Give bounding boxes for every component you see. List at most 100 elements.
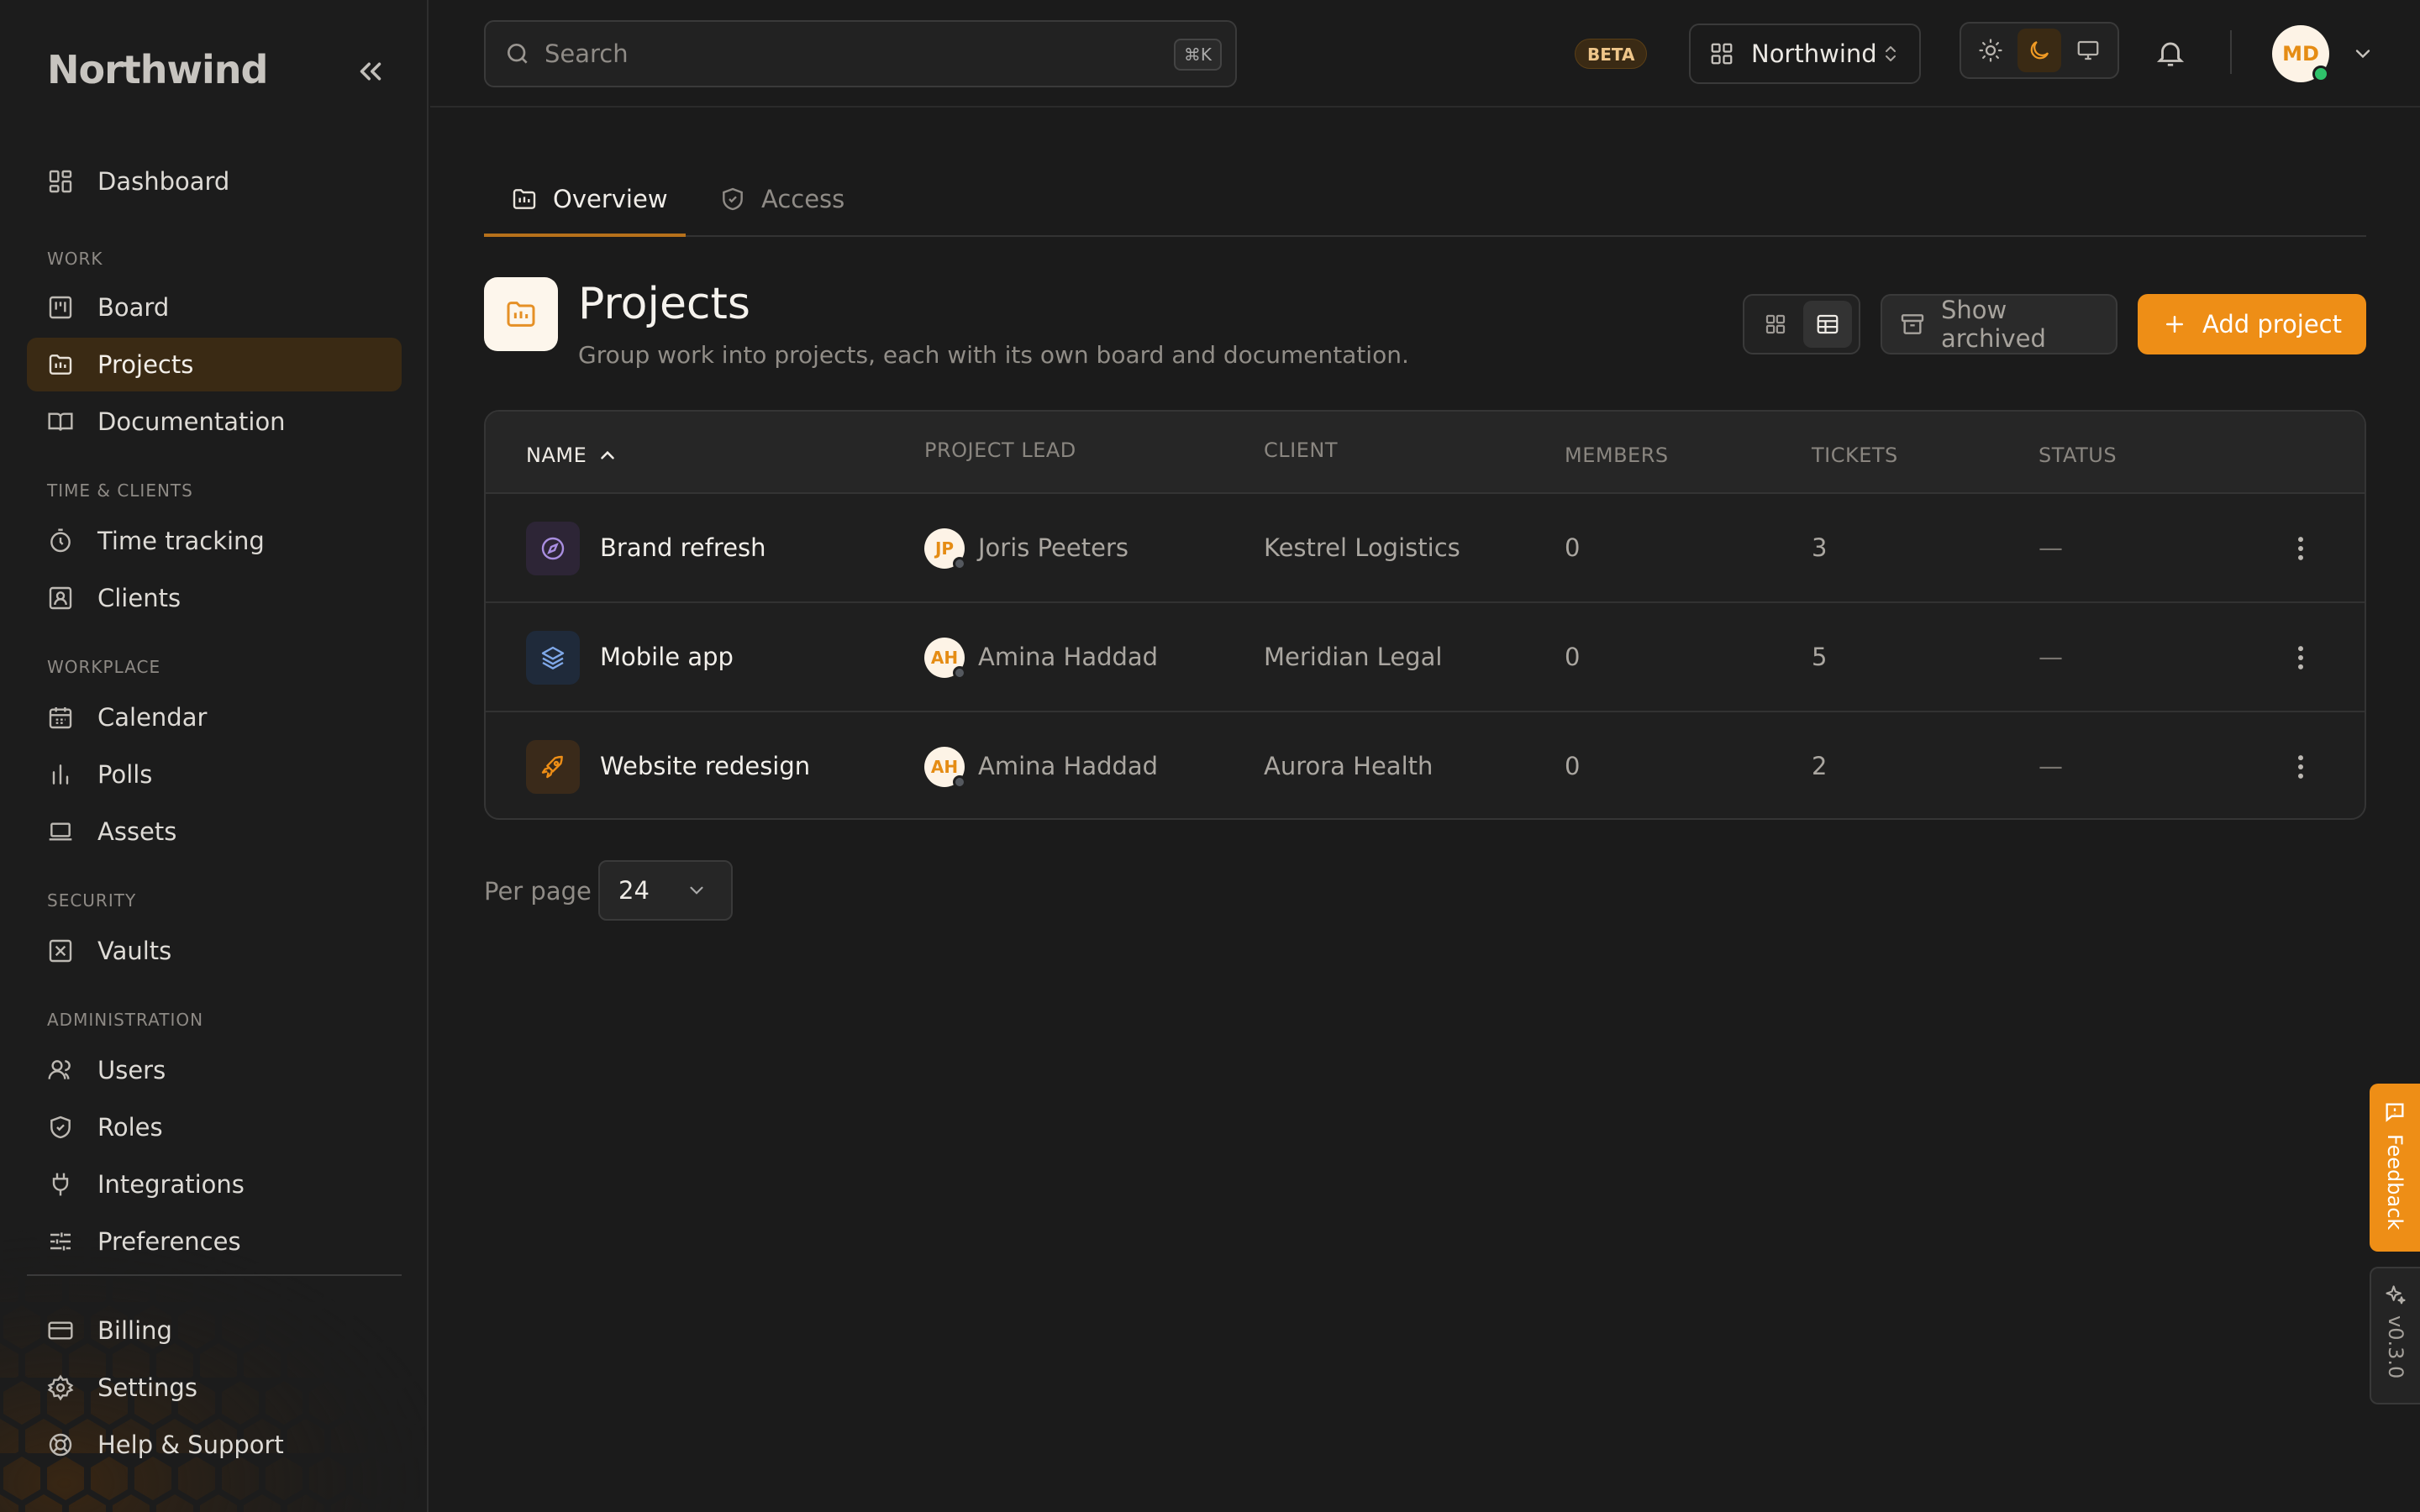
- theme-system-button[interactable]: [2066, 29, 2110, 72]
- tab-overview[interactable]: Overview: [511, 161, 668, 237]
- projects-folder-icon: [484, 277, 558, 351]
- lead-avatar: AH: [924, 747, 966, 789]
- sort-ascending-icon: [601, 450, 615, 459]
- per-page-value: 24: [618, 876, 650, 905]
- sidebar-item-label: Time tracking: [97, 527, 265, 555]
- workspace-name: Northwind: [1751, 39, 1877, 68]
- column-header-status[interactable]: STATUS: [2039, 444, 2117, 467]
- table-row[interactable]: Mobile app AH Amina Haddad Meridian Lega…: [486, 603, 2365, 712]
- lead-initials: AH: [930, 648, 959, 668]
- sidebar-item-calendar[interactable]: Calendar: [27, 690, 402, 744]
- more-actions-icon[interactable]: [2284, 641, 2317, 675]
- column-label: NAME: [526, 444, 587, 467]
- search-input[interactable]: [544, 39, 1133, 68]
- user-avatar[interactable]: MD: [2272, 25, 2329, 82]
- status-dot: [953, 666, 966, 680]
- search-box[interactable]: ⌘K: [484, 20, 1237, 87]
- project-name[interactable]: Mobile app: [600, 643, 734, 671]
- chevron-up-down-icon: [1881, 42, 1901, 66]
- sidebar-item-dashboard[interactable]: Dashboard: [27, 155, 402, 208]
- sidebar-item-label: Board: [97, 293, 170, 322]
- sparkles-icon: [2384, 1284, 2407, 1307]
- sidebar-item-assets[interactable]: Assets: [27, 805, 402, 858]
- sidebar-item-integrations[interactable]: Integrations: [27, 1158, 402, 1211]
- more-actions-icon[interactable]: [2284, 532, 2317, 565]
- moon-icon: [2030, 40, 2049, 60]
- header-divider: [2230, 30, 2232, 74]
- sidebar-item-users[interactable]: Users: [27, 1043, 402, 1097]
- members-count: 0: [1565, 533, 1581, 562]
- status-value: —: [2039, 643, 2063, 671]
- dashboard-icon: [47, 168, 74, 195]
- theme-dark-button[interactable]: [2018, 29, 2061, 72]
- chevron-down-icon[interactable]: [2351, 42, 2375, 66]
- project-name[interactable]: Website redesign: [600, 752, 810, 780]
- sidebar-item-label: Assets: [97, 817, 177, 846]
- per-page-select[interactable]: 24: [598, 860, 733, 921]
- sidebar-item-vaults[interactable]: Vaults: [27, 924, 402, 978]
- members-count: 0: [1565, 643, 1581, 671]
- sidebar-item-label: Dashboard: [97, 167, 230, 196]
- feedback-label: Feedback: [2383, 1134, 2407, 1231]
- sidebar-item-help-support[interactable]: Help & Support: [27, 1418, 402, 1472]
- beta-badge: BETA: [1575, 39, 1648, 69]
- lead-initials: AH: [930, 757, 959, 777]
- workspace-switcher[interactable]: Northwind: [1689, 24, 1921, 84]
- tab-access[interactable]: Access: [719, 161, 844, 237]
- lead-avatar: JP: [924, 528, 966, 570]
- calendar-icon: [47, 704, 74, 731]
- tickets-count: 3: [1812, 533, 1828, 562]
- column-header-tickets[interactable]: TICKETS: [1812, 444, 1898, 467]
- column-header-members[interactable]: MEMBERS: [1565, 444, 1669, 467]
- sidebar-item-label: Preferences: [97, 1227, 241, 1256]
- theme-light-button[interactable]: [1969, 29, 2012, 72]
- sidebar-item-clients[interactable]: Clients: [27, 571, 402, 625]
- add-project-label: Add project: [2202, 310, 2342, 339]
- sidebar: Northwind Dashboard WORK Board Projects …: [0, 0, 429, 1512]
- rocket-icon: [526, 740, 580, 794]
- feedback-tab[interactable]: Feedback: [2370, 1084, 2420, 1252]
- sidebar-item-time-tracking[interactable]: Time tracking: [27, 514, 402, 568]
- collapse-sidebar-icon[interactable]: [353, 54, 388, 89]
- column-header-project-lead[interactable]: PROJECT LEAD: [924, 438, 1076, 462]
- archive-icon: [1899, 311, 1926, 338]
- sidebar-item-roles[interactable]: Roles: [27, 1100, 402, 1154]
- add-project-button[interactable]: Add project: [2138, 294, 2366, 354]
- shield-check-icon: [719, 186, 746, 213]
- project-name[interactable]: Brand refresh: [600, 533, 766, 562]
- sidebar-item-settings[interactable]: Settings: [27, 1361, 402, 1415]
- table-row[interactable]: Brand refresh JP Joris Peeters Kestrel L…: [486, 494, 2365, 603]
- column-header-client[interactable]: CLIENT: [1264, 438, 1338, 462]
- column-header-name[interactable]: NAME: [526, 444, 618, 467]
- view-mode-toggle: [1743, 294, 1860, 354]
- sidebar-item-projects[interactable]: Projects: [27, 338, 402, 391]
- client-name: Meridian Legal: [1264, 643, 1443, 671]
- search-shortcut-hint: ⌘K: [1173, 39, 1222, 71]
- table-view-button[interactable]: [1803, 301, 1852, 348]
- sidebar-item-documentation[interactable]: Documentation: [27, 395, 402, 449]
- sidebar-item-label: Vaults: [97, 937, 172, 965]
- table-row[interactable]: Website redesign AH Amina Haddad Aurora …: [486, 712, 2365, 818]
- section-heading-administration: ADMINISTRATION: [47, 1010, 204, 1030]
- project-lead: Joris Peeters: [978, 533, 1128, 562]
- chevron-down-icon: [686, 879, 708, 901]
- section-heading-time-clients: TIME & CLIENTS: [47, 480, 193, 501]
- status-value: —: [2039, 752, 2063, 780]
- brand-logo[interactable]: Northwind: [47, 47, 268, 92]
- sidebar-item-board[interactable]: Board: [27, 281, 402, 334]
- sidebar-item-preferences[interactable]: Preferences: [27, 1215, 402, 1268]
- show-archived-button[interactable]: Show archived: [1881, 294, 2118, 354]
- version-tab[interactable]: v0.3.0: [2370, 1267, 2420, 1404]
- page-title: Projects: [578, 279, 751, 329]
- stopwatch-icon: [47, 528, 74, 554]
- more-actions-icon[interactable]: [2284, 750, 2317, 784]
- sidebar-item-label: Clients: [97, 584, 182, 612]
- status-dot: [953, 775, 966, 789]
- plug-icon: [47, 1171, 74, 1198]
- grid-view-button[interactable]: [1751, 301, 1800, 348]
- sidebar-item-polls[interactable]: Polls: [27, 748, 402, 801]
- bell-icon[interactable]: [2154, 37, 2186, 69]
- table-icon: [1817, 314, 1839, 334]
- lifebuoy-icon: [47, 1431, 74, 1458]
- sidebar-item-billing[interactable]: Billing: [27, 1304, 402, 1357]
